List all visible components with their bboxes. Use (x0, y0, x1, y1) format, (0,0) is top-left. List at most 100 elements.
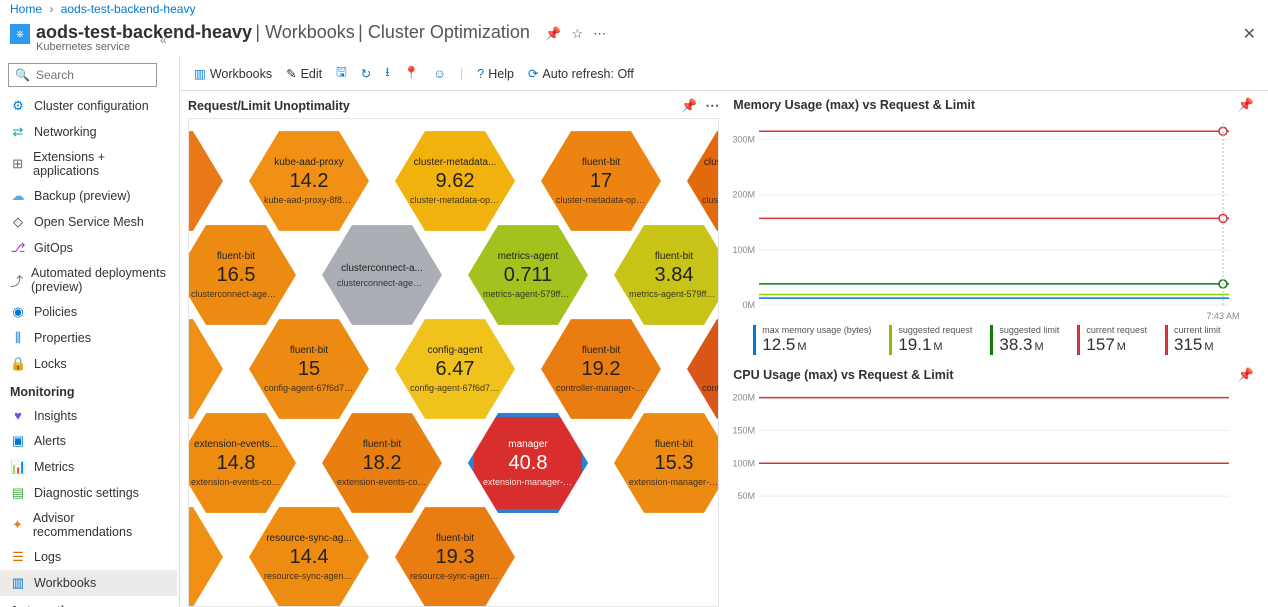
sidebar-item-cluster-configuration[interactable]: ⚙Cluster configuration (0, 93, 177, 119)
svg-text:100M: 100M (733, 458, 756, 468)
sidebar-item-extensions-applications[interactable]: ⊞Extensions + applications (0, 145, 177, 183)
hex-cell[interactable]: fluent-bit3.84metrics-agent-579ff985... (614, 223, 719, 327)
hex-cell[interactable]: manager33.5controller-manager-67... (687, 317, 719, 421)
sidebar-item-workbooks[interactable]: ▥Workbooks (0, 570, 177, 596)
hex-cell[interactable]: fluent-bit19.3resource-sync-agent-7... (395, 505, 515, 607)
pin-memory-chart-icon[interactable]: 📌 (1238, 97, 1254, 113)
pin-cpu-chart-icon[interactable]: 📌 (1238, 367, 1254, 383)
sidebar-item-networking[interactable]: ⇄ Networking (0, 119, 177, 145)
page-titlebar: ⎈ aods-test-backend-heavy | Workbooks | … (0, 18, 1268, 57)
hex-cell[interactable]: fluent-bit17cluster-metadata-oper... (541, 129, 661, 233)
sidebar-item-insights[interactable]: ♥Insights (0, 403, 177, 428)
pin-hex-chart-icon[interactable]: 📌 (681, 98, 697, 114)
breadcrumb: Home › aods-test-backend-heavy (0, 0, 1268, 18)
hex-cell[interactable]: metrics-agent0.711metrics-agent-579ff985… (468, 223, 588, 327)
sidebar-item-alerts[interactable]: ▣Alerts (0, 428, 177, 454)
sidebar-item-properties[interactable]: ⫼Properties (0, 325, 177, 351)
sidebar-item-policies[interactable]: ◉Policies (0, 299, 177, 325)
sidebar-item-icon: ♥ (10, 408, 26, 423)
save-icon[interactable]: 🖫 (336, 63, 347, 84)
hex-cell[interactable]: fluent-bit16.5clusterconnect-agent-5... (188, 223, 296, 327)
sidebar-item-label: Diagnostic settings (34, 486, 139, 500)
favorite-icon[interactable]: ☆ (571, 26, 583, 42)
cpu-chart[interactable]: 50M 100M 150M 200M (729, 385, 1258, 607)
autorefresh-button[interactable]: ⟳ Auto refresh: Off (528, 66, 634, 81)
hex-cell[interactable]: config-agent6.47config-agent-67f6d759... (395, 317, 515, 421)
sidebar-item-icon: ▥ (10, 575, 26, 591)
hex-cell[interactable]: it21884... (188, 129, 223, 233)
sidebar-item-icon: ⚙ (10, 98, 26, 114)
sidebar-item-advisor-recommendations[interactable]: ✦Advisor recommendations (0, 506, 177, 544)
open-icon[interactable]: ⭳ (385, 63, 389, 84)
help-button[interactable]: ? Help (477, 67, 514, 81)
edit-button[interactable]: ✎ Edit (286, 66, 322, 81)
svg-text:200M: 200M (733, 393, 756, 403)
sidebar-item-icon: 📊 (10, 459, 26, 475)
pin-dashboard-icon[interactable]: 📍 (404, 66, 420, 81)
sidebar-item-label: Extensions + applications (33, 150, 167, 178)
sidebar-item-icon: 🔒 (10, 356, 26, 372)
feedback-icon[interactable]: ☺ (433, 67, 446, 81)
pin-icon[interactable]: 📌 (545, 26, 561, 42)
title-page: Cluster Optimization (368, 22, 530, 42)
kubernetes-service-icon: ⎈ (10, 24, 30, 44)
sidebar-item-label: Networking (34, 125, 97, 139)
sidebar-item-label: Logs (34, 550, 61, 564)
sidebar-item-diagnostic-settings[interactable]: ▤Diagnostic settings (0, 480, 177, 506)
sidebar-item-label: Backup (preview) (34, 189, 131, 203)
sidebar-item-logs[interactable]: ☰Logs (0, 544, 177, 570)
svg-text:300M: 300M (733, 135, 756, 145)
workbook-icon: ▥ (194, 66, 206, 81)
breadcrumb-item[interactable]: aods-test-backend-heavy (61, 2, 196, 16)
hex-cell[interactable]: gent458fs... (188, 505, 223, 607)
svg-text:150M: 150M (733, 425, 756, 435)
sidebar-item-metrics[interactable]: 📊 Metrics (0, 454, 177, 480)
workbooks-gallery-button[interactable]: ▥ Workbooks (194, 66, 272, 81)
hex-cell[interactable]: fluent-bit19.2controller-manager-67... (541, 317, 661, 421)
search-input[interactable] (34, 67, 193, 83)
sidebar-item-open-service-mesh[interactable]: ◇Open Service Mesh (0, 209, 177, 235)
sidebar-search[interactable]: 🔍 (8, 63, 157, 87)
svg-text:0M: 0M (743, 300, 756, 310)
hex-cell[interactable]: ...ator... (188, 317, 223, 421)
hex-cell[interactable]: fluent-bit15.3extension-manager-98... (614, 411, 719, 515)
memory-chart-title: Memory Usage (max) vs Request & Limit (733, 98, 975, 112)
hex-chart-title: Request/Limit Unoptimality (188, 99, 350, 113)
breadcrumb-home[interactable]: Home (10, 2, 42, 16)
hex-cell[interactable]: fluent-bit18.2extension-events-collec... (322, 411, 442, 515)
more-icon[interactable]: ⋯ (593, 26, 606, 42)
hex-cell[interactable]: kube-aad-proxy14.2kube-aad-proxy-8f884..… (249, 129, 369, 233)
legend-item[interactable]: current request157M (1077, 325, 1147, 355)
sidebar-item-icon: ▣ (10, 433, 26, 449)
legend-item[interactable]: current limit315M (1165, 325, 1221, 355)
sidebar-item-icon: ⎇ (10, 240, 26, 256)
sidebar-section-monitoring: Monitoring (0, 377, 177, 403)
sidebar-item-label: Automated deployments (preview) (31, 266, 167, 294)
hex-cell[interactable]: manager40.8extension-manager-98... (468, 411, 588, 515)
close-blade-icon[interactable]: ✕ (1243, 24, 1256, 44)
sidebar-item-label: Metrics (34, 460, 74, 474)
sidebar-item-automated-deployments-preview-[interactable]: ⤴Automated deployments (preview) (0, 261, 177, 299)
sidebar-item-locks[interactable]: 🔒Locks (0, 351, 177, 377)
legend-item[interactable]: suggested limit38.3M (990, 325, 1059, 355)
svg-text:50M: 50M (738, 491, 756, 501)
hex-cell[interactable]: clusterconnect-a...clusterconnect-agent-… (322, 223, 442, 327)
title-section: Workbooks (265, 22, 355, 42)
hex-cell[interactable]: resource-sync-ag...14.4resource-sync-age… (249, 505, 369, 607)
legend-item[interactable]: suggested request19.1M (889, 325, 972, 355)
legend-item[interactable]: max memory usage (bytes)12.5M (753, 325, 871, 355)
sidebar-item-icon: ⇄ (10, 124, 26, 140)
hex-cell[interactable]: cluster-metadata...9.62cluster-metadata-… (395, 129, 515, 233)
hex-chart-more-icon[interactable]: ⋯ (705, 97, 719, 114)
sidebar-item-backup-preview-[interactable]: ☁Backup (preview) (0, 183, 177, 209)
hex-cell[interactable]: clusterconnectser...25.1clusterconnect-a… (687, 129, 719, 233)
sidebar-item-gitops[interactable]: ⎇ GitOps (0, 235, 177, 261)
sidebar-item-label: GitOps (34, 241, 73, 255)
hex-cell[interactable]: extension-events...14.8extension-events-… (188, 411, 296, 515)
sidebar: 🔍 « ⚙Cluster configuration⇄Networking⊞Ex… (0, 57, 180, 607)
hex-cell[interactable]: fluent-bit15config-agent-67f6d759... (249, 317, 369, 421)
refresh-icon[interactable]: ↻ (361, 66, 371, 81)
hex-chart[interactable]: it21884... kube-aad-proxy14.2kube-aad-pro… (188, 118, 719, 607)
sidebar-collapse-icon[interactable]: « (160, 33, 167, 47)
memory-chart[interactable]: 0M100M200M300M7:43 AM (729, 115, 1258, 323)
